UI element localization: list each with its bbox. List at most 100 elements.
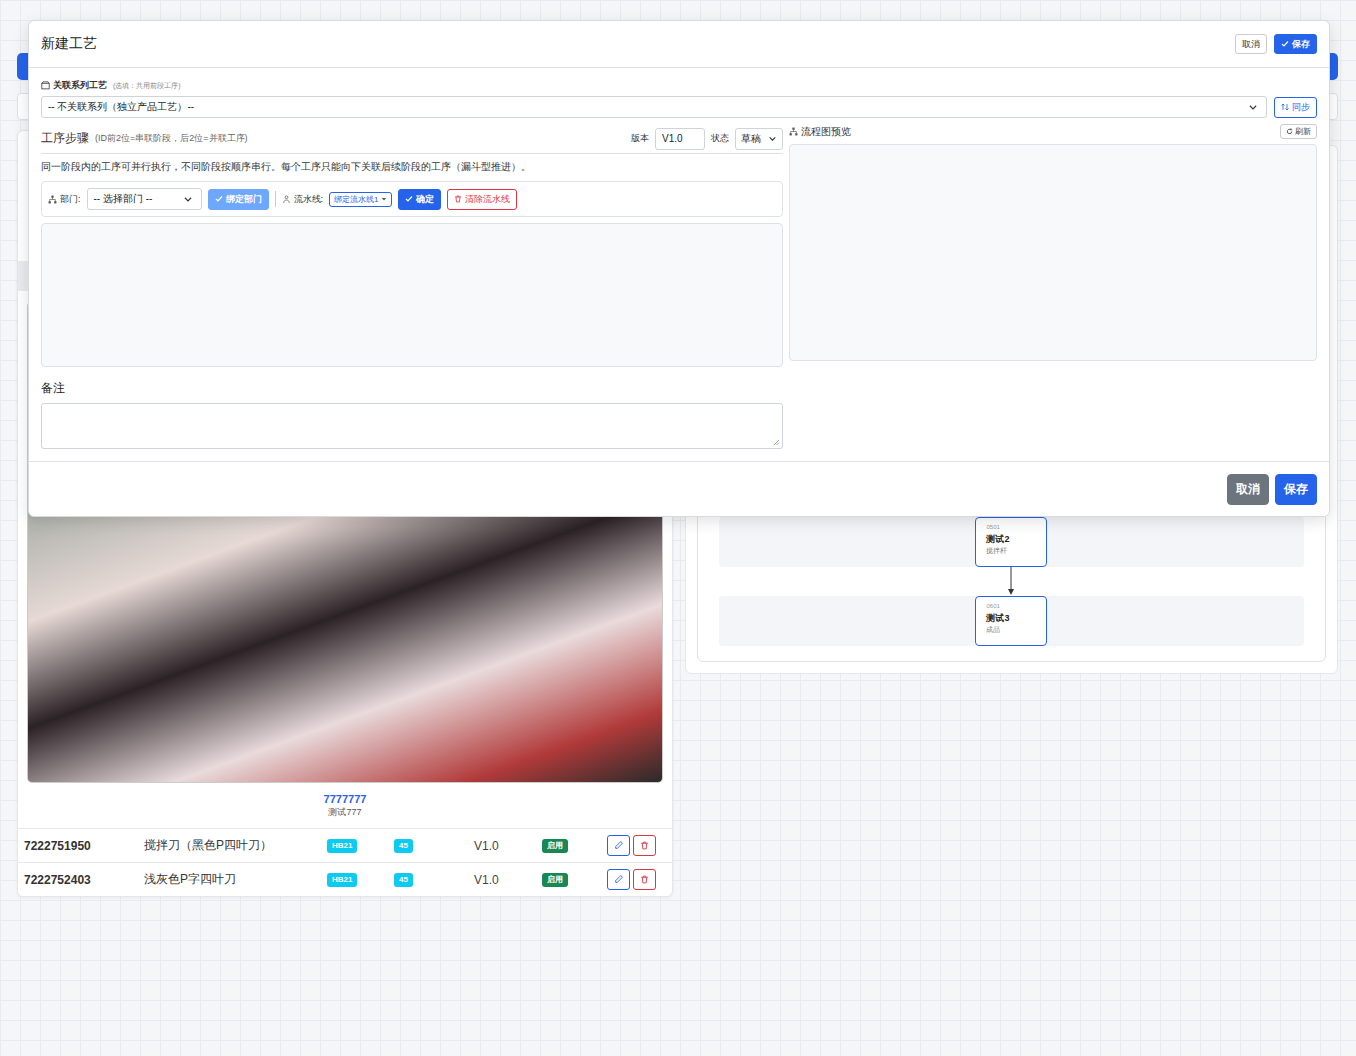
node-department: 成品 [986, 625, 1036, 634]
status-label: 状态 [711, 132, 729, 145]
page: 7777777测试7777222751950搅拌刀（黑色P四叶刀）HB2145V… [0, 0, 1356, 1056]
series-hint: (选填：共用前段工序) [113, 81, 181, 91]
flow-stage: 0501测试2搅拌杆 [719, 517, 1304, 567]
sitemap-icon [789, 127, 798, 136]
steps-hint: (ID前2位=串联阶段，后2位=并联工序) [95, 132, 248, 145]
preview-header: 流程图预览 刷新 [789, 124, 1317, 139]
header-button[interactable]: 取消 [1235, 34, 1267, 54]
steps-title: 工序步骤(ID前2位=串联阶段，后2位=并联工序) [41, 130, 248, 147]
product-name: 测试777 [18, 806, 672, 819]
row-version: V1.0 [474, 839, 542, 853]
node-id: 0601 [986, 602, 1036, 611]
preview-section: 流程图预览 刷新 [789, 124, 1317, 449]
new-process-modal: 新建工艺取消保存关联系列工艺(选填：共用前段工序)-- 不关联系列（独立产品工艺… [28, 20, 1330, 517]
row-status-cell: 启用 [542, 873, 607, 887]
node-id: 0501 [986, 523, 1036, 532]
steps-toolbar: 部门:-- 选择部门 --绑定部门 流水线:绑定流水线1确定清除流水线 [41, 181, 783, 217]
edit-button[interactable] [607, 869, 630, 890]
row-name: 搅拌刀（黑色P四叶刀） [144, 837, 327, 854]
pencil-icon [614, 841, 623, 850]
resize-grip-icon [773, 439, 780, 446]
status-badge: 启用 [542, 873, 568, 887]
refresh-icon [1286, 128, 1293, 135]
check-icon [405, 195, 413, 203]
confirm-button[interactable]: 确定 [398, 189, 441, 210]
chevron-down-icon [1248, 102, 1258, 112]
box-icon [41, 81, 50, 90]
row-actions [607, 835, 672, 856]
steps-section: 工序步骤(ID前2位=串联阶段，后2位=并联工序) 版本 V1.0 状态草稿同一阶段内… [41, 124, 783, 449]
modal-title: 新建工艺 [41, 35, 97, 53]
series-row: -- 不关联系列（独立产品工艺）-- 同步 [41, 96, 1317, 118]
tag-badge: HB21 [327, 873, 357, 887]
chevron-down-icon [768, 134, 777, 143]
header-button[interactable]: 保存 [1274, 34, 1317, 54]
pencil-icon [614, 875, 623, 884]
line-label: 流水线: [282, 193, 324, 206]
bind-department-button[interactable]: 绑定部门 [208, 189, 269, 210]
modal-columns: 工序步骤(ID前2位=串联阶段，后2位=并联工序) 版本 V1.0 状态草稿同一阶段内… [41, 124, 1317, 449]
edit-button[interactable] [607, 835, 630, 856]
delete-button[interactable] [633, 835, 656, 856]
row-tag-cell: HB21 [327, 873, 394, 887]
clear-line-button[interactable]: 清除流水线 [447, 189, 517, 210]
table-row[interactable]: 7222752403浅灰色P字四叶刀HB21 45 V1.0启用 [18, 862, 672, 896]
version-input[interactable]: V1.0 [655, 128, 705, 150]
sync-button[interactable]: 同步 [1274, 97, 1317, 118]
modal-body: 关联系列工艺(选填：共用前段工序) -- 不关联系列（独立产品工艺）-- 同步工序步… [29, 68, 1329, 461]
series-label: 关联系列工艺(选填：共用前段工序) [41, 79, 1317, 92]
preview-title: 流程图预览 [789, 125, 851, 139]
check-icon [215, 195, 223, 203]
footer-button[interactable]: 保存 [1275, 474, 1317, 505]
version-label: 版本 [631, 132, 649, 145]
remark-label: 备注 [41, 381, 783, 395]
header-actions: 取消保存 [1235, 34, 1317, 54]
flow-stage: 0601测试3成品 [719, 596, 1304, 646]
trash-icon [640, 875, 649, 884]
sync-icon [1281, 103, 1289, 111]
table-row[interactable]: 7222751950搅拌刀（黑色P四叶刀）HB21 45 V1.0启用 [18, 828, 672, 862]
flow-node[interactable]: 0601测试3成品 [975, 596, 1047, 646]
chevron-down-icon [183, 194, 193, 204]
toolbar-separator [275, 191, 276, 207]
product-caption: 7777777测试777 [18, 783, 672, 828]
node-name: 测试3 [986, 612, 1036, 625]
product-code[interactable]: 7777777 [18, 792, 672, 806]
row-name: 浅灰色P字四叶刀 [144, 871, 327, 888]
count-badge: 45 [394, 873, 413, 887]
row-version: V1.0 [474, 873, 542, 887]
modal-footer: 取消保存 [29, 461, 1329, 516]
refresh-button[interactable]: 刷新 [1280, 124, 1317, 139]
row-code: 7222751950 [24, 839, 144, 853]
row-count-cell: 45 [394, 839, 474, 853]
node-name: 测试2 [986, 533, 1036, 546]
line-select[interactable]: 绑定流水线1 [329, 192, 392, 207]
node-department: 搅拌杆 [986, 546, 1036, 555]
sitemap-icon [48, 195, 57, 204]
delete-button[interactable] [633, 869, 656, 890]
department-select[interactable]: -- 选择部门 -- [87, 188, 202, 210]
status-select[interactable]: 草稿 [735, 128, 783, 150]
row-actions [607, 869, 672, 890]
check-icon [1281, 40, 1289, 48]
caret-down-icon [381, 196, 387, 202]
steps-description: 同一阶段内的工序可并行执行，不同阶段按顺序串行。每个工序只能向下关联后续阶段的工… [41, 160, 783, 174]
status-badge: 启用 [542, 839, 568, 853]
row-tag-cell: HB21 [327, 839, 394, 853]
trash-icon [640, 841, 649, 850]
version-group: 版本 V1.0 状态草稿 [631, 128, 783, 150]
steps-header: 工序步骤(ID前2位=串联阶段，后2位=并联工序) 版本 V1.0 状态草稿 [41, 124, 783, 154]
remark-textarea[interactable] [41, 403, 783, 449]
people-icon [282, 195, 291, 204]
row-code: 7222752403 [24, 873, 144, 887]
row-status-cell: 启用 [542, 839, 607, 853]
trash-icon [454, 195, 462, 203]
series-select[interactable]: -- 不关联系列（独立产品工艺）-- [41, 96, 1267, 118]
arrow-icon [1006, 567, 1016, 596]
row-count-cell: 45 [394, 873, 474, 887]
count-badge: 45 [394, 839, 413, 853]
tag-badge: HB21 [327, 839, 357, 853]
footer-button[interactable]: 取消 [1227, 474, 1269, 505]
flow-node[interactable]: 0501测试2搅拌杆 [975, 517, 1047, 567]
modal-header: 新建工艺 取消保存 [29, 21, 1329, 68]
